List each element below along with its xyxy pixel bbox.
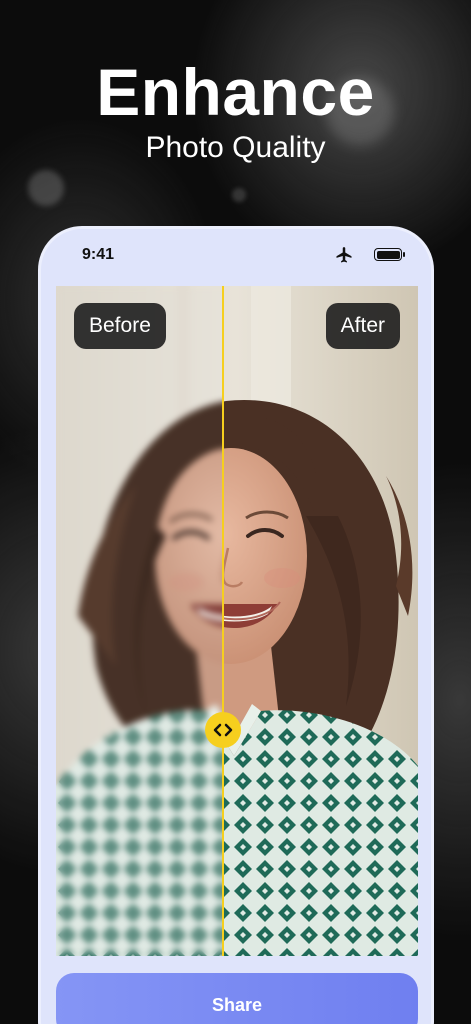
before-photo: [56, 286, 223, 956]
before-after-comparison[interactable]: Before After: [56, 286, 418, 956]
status-time: 9:41: [82, 246, 115, 263]
hero-title: Enhance: [96, 55, 375, 129]
chevron-left-right-icon: [213, 723, 233, 737]
before-label: Before: [74, 303, 166, 349]
battery-icon: [374, 248, 405, 261]
background-bokeh: [28, 170, 64, 206]
airplane-icon: [336, 247, 352, 263]
share-button[interactable]: Share: [56, 973, 418, 1024]
after-label: After: [325, 303, 400, 349]
phone-mockup: 9:41 Before After Share: [38, 226, 434, 1024]
comparison-divider[interactable]: [222, 286, 224, 956]
hero-subtitle: Photo Quality: [145, 131, 326, 164]
background-bokeh: [232, 188, 246, 202]
comparison-slider-handle[interactable]: [205, 712, 241, 748]
